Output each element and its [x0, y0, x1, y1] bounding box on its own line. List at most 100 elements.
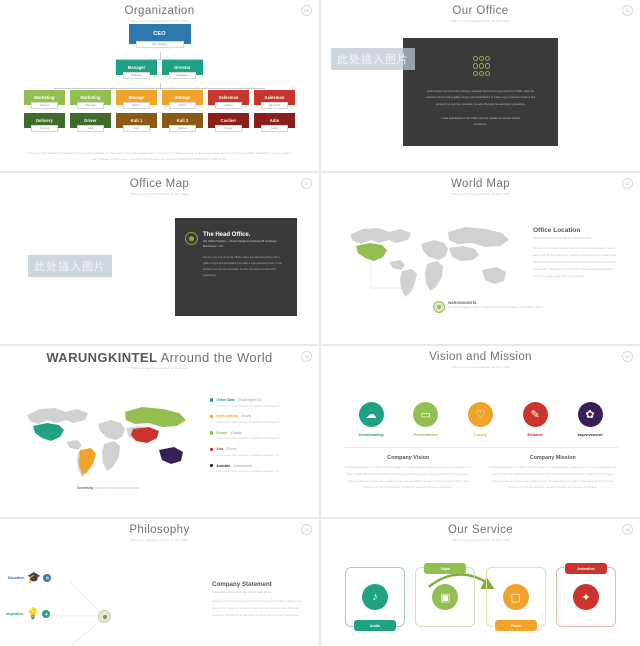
service-label: Video	[424, 563, 467, 574]
info-pin-icon: ⬤	[185, 232, 198, 245]
org-node-name: Bambang	[261, 101, 288, 109]
legend-color-swatch	[210, 431, 214, 435]
feature-icon-row: ☁ Downloading ▭ Presentation ♡ Lovely ✎ …	[345, 402, 616, 437]
org-connector-ceo	[0, 52, 319, 60]
slide-organization[interactable]: 09 Organization This is a sample subtitl…	[0, 0, 319, 171]
org-node-salesman-2[interactable]: Salesman Bambang	[254, 90, 295, 109]
legend-region-name: Europe	[216, 430, 228, 435]
mission-body: It was popularised in the 1960s with the…	[489, 466, 616, 490]
philosophy-hub-node[interactable]	[98, 610, 111, 623]
org-node-name: Bramasti	[123, 71, 150, 79]
office-location-panel: Office Location Something about text tha…	[533, 227, 622, 280]
philosophy-node-inspiration[interactable]: Inspiration 💡 ◉	[6, 607, 51, 620]
legend-region-city: (Brazil)	[241, 414, 252, 419]
legend-item-united-state[interactable]: United State (Washington DC) Lorem ipsum…	[210, 398, 307, 409]
heart-icon: ♡	[468, 402, 493, 427]
region-asia	[131, 427, 159, 443]
node-marker-icon: ◉	[42, 609, 51, 618]
image-placeholder-label[interactable]: 此处插入图片	[28, 255, 112, 277]
service-label: Photo	[494, 620, 537, 631]
org-node-name: Hardiyanto	[169, 71, 196, 79]
org-node-name: Mawan	[215, 101, 242, 109]
org-node-cashier[interactable]: Cashier Maryati	[208, 113, 249, 132]
legend-region-city: (Russia)	[230, 430, 243, 435]
org-row-level2: Manager Bramasti Director Hardiyanto	[0, 60, 319, 79]
org-node-kuli-2[interactable]: Kuli 2 Darsono	[162, 113, 203, 132]
org-connector-level3	[0, 83, 319, 90]
mission-heading: Company Mission	[529, 455, 576, 461]
lightbulb-icon: 💡	[26, 608, 40, 620]
legend-description: Lorem ipsum dolor sit amet, consectetur …	[216, 404, 280, 408]
region-north-america	[79, 448, 96, 474]
feature-downloading[interactable]: ☁ Downloading	[345, 402, 397, 437]
head-office-body: Dummy text ever since the 1500s, when an…	[203, 255, 282, 277]
page-title: Office Map	[129, 178, 190, 190]
vision-heading: Company Vision	[387, 455, 430, 461]
org-node-driver[interactable]: Driver Paijo	[70, 113, 111, 132]
slide-deck-grid: 09 Organization This is a sample subtitl…	[0, 0, 640, 646]
slide-our-office[interactable]: 10 Our Office This is a sample subtitle …	[321, 0, 640, 171]
org-node-name: Darmadji	[77, 101, 104, 109]
org-node-manager[interactable]: Manager Bramasti	[116, 60, 157, 79]
page-title: Our Office	[452, 5, 509, 17]
page-subtitle: This is a sample subtitle of the slide	[130, 191, 189, 196]
service-card-animation[interactable]: ✦ Animation	[555, 563, 616, 627]
office-location-subtitle: Something about text that you should kno…	[533, 236, 591, 240]
region-australia	[159, 447, 183, 464]
feature-label: Improvement	[577, 431, 603, 437]
org-node-salesman-1[interactable]: Salesman Mawan	[208, 90, 249, 109]
slide-number-badge: 09	[301, 5, 312, 16]
statement-body: Suitable for all categories business and…	[212, 600, 303, 618]
slide-office-map[interactable]: 11 Office Map This is a sample subtitle …	[0, 173, 319, 344]
slide-world-map[interactable]: 12 World Map This is a sample subtitle o…	[321, 173, 640, 344]
feature-improvement[interactable]: ✿ Improvement	[564, 402, 616, 437]
legend-item-europe[interactable]: Europe (Russia) Lorem ipsum dolor sit am…	[210, 431, 307, 442]
org-node-name: Waluyo	[123, 101, 150, 109]
feature-label: Presentation	[413, 431, 438, 437]
legend-description: Lorem ipsum dolor sit amet, consectetur …	[216, 437, 280, 441]
dot-grid-icon	[472, 56, 490, 77]
org-node-name: Pramudi	[31, 124, 58, 132]
org-node-marketing-1[interactable]: Marketing Sukamto	[24, 90, 65, 109]
section-divider	[343, 447, 618, 448]
org-node-storage-1[interactable]: Storage Waluyo	[116, 90, 157, 109]
org-node-kuli-1[interactable]: Kuli 1 Karjo	[116, 113, 157, 132]
office-photo-panel: Lorem Ipsum has been the industry's stan…	[403, 38, 558, 146]
service-card-video[interactable]: ▣ Video	[415, 563, 476, 627]
slide-number-badge: 10	[622, 5, 633, 16]
legend-description: Lorem ipsum dolor sit amet, consectetur …	[216, 420, 280, 424]
service-label: Audio	[354, 620, 396, 631]
office-paragraph-1: Lorem Ipsum has been the industry's stan…	[425, 90, 536, 106]
org-node-marketing-2[interactable]: Marketing Darmadji	[70, 90, 111, 109]
marker-label: WARUNGKINTEL	[448, 301, 478, 305]
feature-lovely[interactable]: ♡ Lovely	[455, 402, 507, 437]
org-node-storage-2[interactable]: Storage Cipluk	[162, 90, 203, 109]
slide-philosophy[interactable]: 15 Philosophy This is a sample subtitle …	[0, 519, 319, 646]
org-node-director[interactable]: Director Hardiyanto	[162, 60, 203, 79]
slide-vision-mission[interactable]: 14 Vision and Mission This is a sample s…	[321, 346, 640, 517]
org-node-name: Mart Sanjaya	[135, 40, 184, 48]
service-card-audio[interactable]: ♪ Audio	[345, 567, 405, 631]
service-card-photo[interactable]: ▢ Photo	[485, 567, 546, 631]
org-node-ceo[interactable]: CEO Mart Sanjaya	[128, 24, 191, 48]
org-node-delivery[interactable]: Delivery Pramudi	[24, 113, 65, 132]
legend-item-australia[interactable]: Australia (Queensland) Lorem ipsum dolor…	[210, 464, 307, 475]
feature-editable[interactable]: ✎ Editable	[509, 402, 561, 437]
slide-around-the-world[interactable]: 13 WARUNGKINTEL Arround the World This i…	[0, 346, 319, 517]
location-pin-icon	[433, 301, 445, 313]
page-subtitle: This is a sample subtitle of the slide	[130, 366, 189, 371]
page-title: Vision and Mission	[429, 351, 532, 363]
page-title: World Map	[451, 178, 510, 190]
legend-item-asia[interactable]: Asia (China) Lorem ipsum dolor sit amet,…	[210, 447, 307, 458]
org-node-adm[interactable]: Adm Sutanti	[254, 113, 295, 132]
legend-region-name: Australia	[216, 463, 231, 468]
slide-our-service[interactable]: 16 Our Service This is a sample subtitle…	[321, 519, 640, 646]
legend-item-north-america[interactable]: North America (Brazil) Lorem ipsum dolor…	[210, 414, 307, 425]
feature-label: Downloading	[358, 431, 384, 437]
image-placeholder-label[interactable]: 此处插入图片	[331, 48, 415, 70]
world-map-marker[interactable]: WARUNGKINTEL Old Trafford Stadium, J-Str…	[433, 301, 541, 313]
philosophy-node-education[interactable]: Education 🎓 ▤	[8, 571, 52, 584]
animation-icon: ✦	[572, 584, 599, 610]
region-legend: United State (Washington DC) Lorem ipsum…	[210, 398, 307, 480]
feature-presentation[interactable]: ▭ Presentation	[400, 402, 452, 437]
